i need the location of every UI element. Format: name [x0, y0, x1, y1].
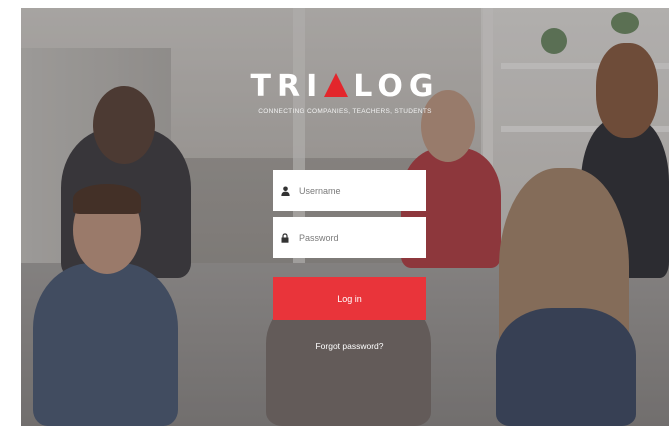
- forgot-password-link[interactable]: Forgot password?: [273, 341, 426, 351]
- brand-logo: TRI LOG: [21, 70, 669, 104]
- logo-text-prefix: TRI: [250, 69, 324, 104]
- password-input[interactable]: [299, 232, 419, 243]
- login-button[interactable]: Log in: [273, 277, 426, 320]
- logo-text-suffix: LOG: [353, 69, 440, 104]
- username-field[interactable]: [273, 170, 426, 211]
- username-input[interactable]: [299, 185, 419, 196]
- login-page: TRI LOG CONNECTING COMPANIES, TEACHERS, S…: [21, 8, 669, 426]
- logo-triangle-icon: [324, 73, 349, 97]
- password-field[interactable]: [273, 217, 426, 258]
- lock-icon: [280, 232, 290, 243]
- brand-tagline: CONNECTING COMPANIES, TEACHERS, STUDENTS: [258, 108, 432, 115]
- user-icon: [280, 186, 290, 196]
